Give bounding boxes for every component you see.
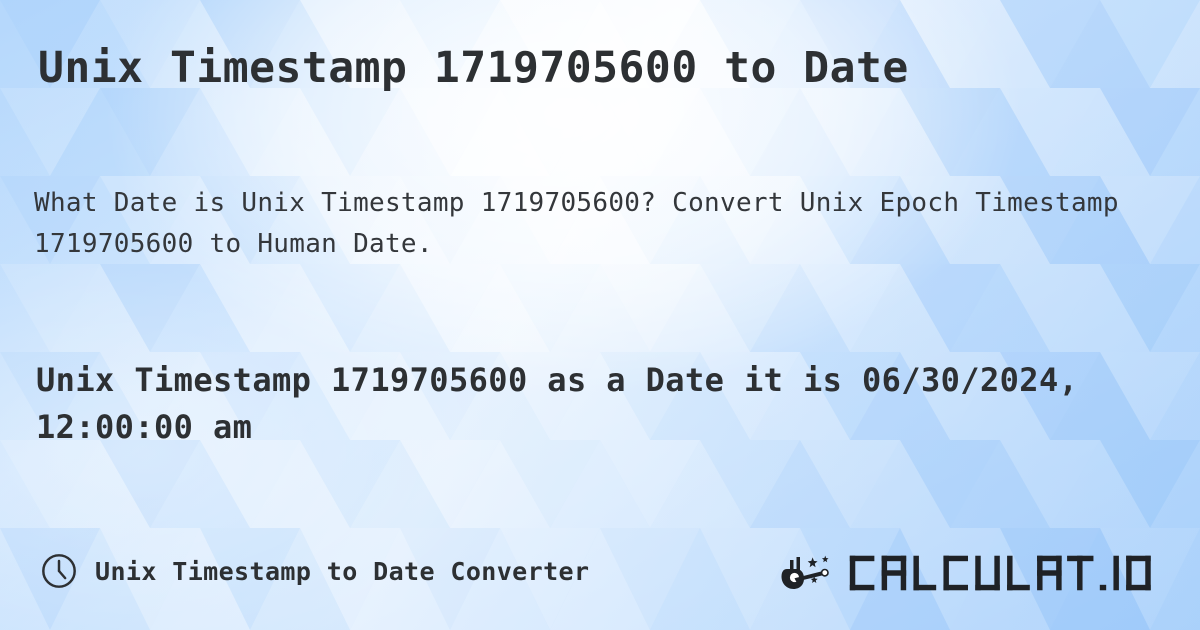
- brand-wordmark: [848, 553, 1166, 593]
- page-title: Unix Timestamp 1719705600 to Date: [38, 43, 909, 93]
- footer: Unix Timestamp to Date Converter: [0, 552, 1200, 608]
- clock-icon: [40, 552, 78, 590]
- footer-branding-left: Unix Timestamp to Date Converter: [40, 552, 589, 590]
- conversion-result: Unix Timestamp 1719705600 as a Date it i…: [36, 361, 1079, 447]
- brand-logo[interactable]: [780, 551, 1166, 595]
- page-description: What Date is Unix Timestamp 1719705600? …: [34, 188, 1119, 260]
- magic-wand-hand-icon: [780, 551, 842, 595]
- share-card: Unix Timestamp 1719705600 to Date What D…: [0, 0, 1200, 630]
- footer-label: Unix Timestamp to Date Converter: [95, 556, 590, 586]
